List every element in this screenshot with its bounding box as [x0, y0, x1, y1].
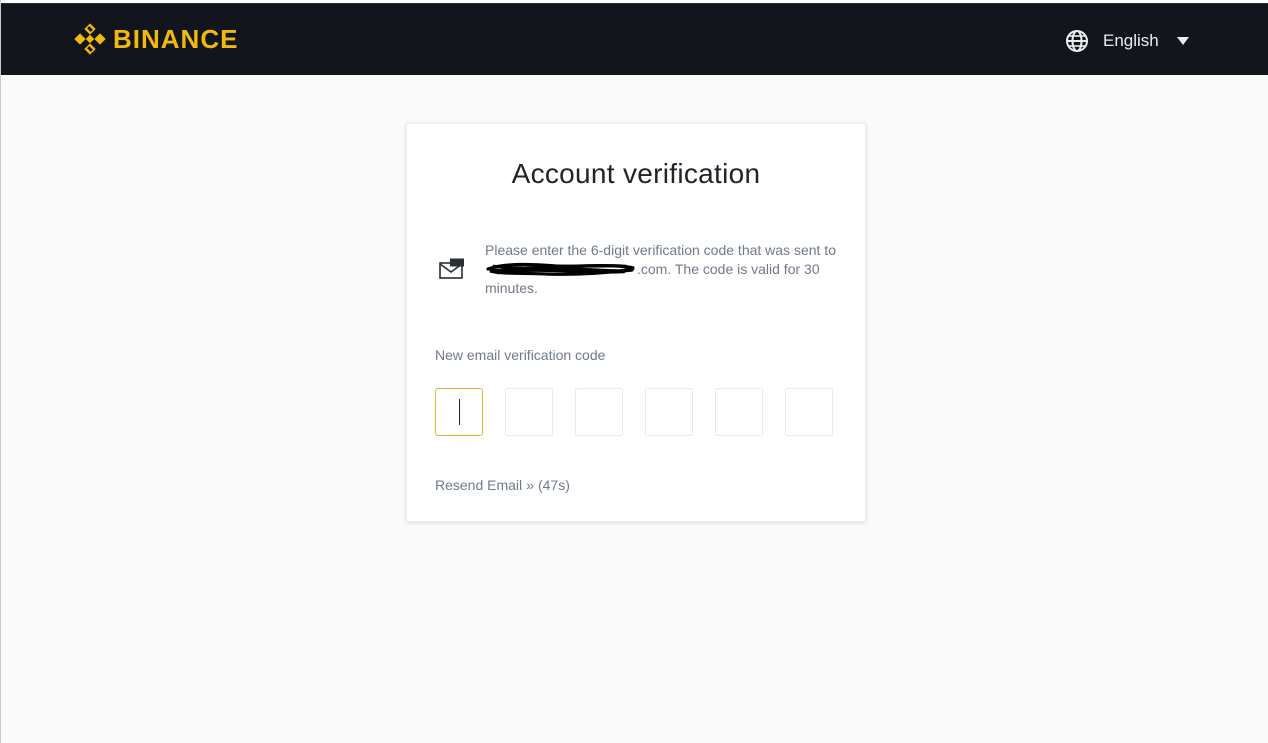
page-title: Account verification	[511, 158, 761, 189]
code-digit-3[interactable]	[575, 388, 623, 436]
code-field-label: New email verification code	[435, 347, 606, 363]
language-label: English	[1103, 31, 1159, 50]
notice-text-start: Please enter the 6-digit verification co…	[485, 242, 836, 258]
verification-card: Account verification Please enter the 6-…	[406, 123, 866, 522]
code-digit-4[interactable]	[645, 388, 693, 436]
resend-email-row: Resend Email » (47s)	[435, 477, 570, 493]
binance-logo-icon	[74, 23, 106, 55]
globe-icon	[1066, 30, 1088, 52]
verification-notice: Please enter the 6-digit verification co…	[485, 241, 845, 298]
language-selector[interactable]: English	[1065, 26, 1189, 56]
text-cursor	[459, 399, 460, 425]
resend-email-link[interactable]: Resend Email	[435, 477, 522, 493]
resend-countdown: (47s)	[537, 477, 570, 493]
top-navigation-bar: BINANCE English	[1, 3, 1268, 75]
redacted-email-scribble	[486, 262, 635, 276]
code-digit-6[interactable]	[785, 388, 833, 436]
email-sent-icon	[439, 258, 465, 285]
caret-down-icon	[1176, 37, 1189, 45]
code-digit-2[interactable]	[505, 388, 553, 436]
verification-code-input	[435, 388, 833, 436]
code-digit-5[interactable]	[715, 388, 763, 436]
binance-logo[interactable]: BINANCE	[73, 21, 238, 57]
brand-name: BINANCE	[113, 23, 239, 54]
double-chevron-right-icon: »	[526, 477, 534, 493]
